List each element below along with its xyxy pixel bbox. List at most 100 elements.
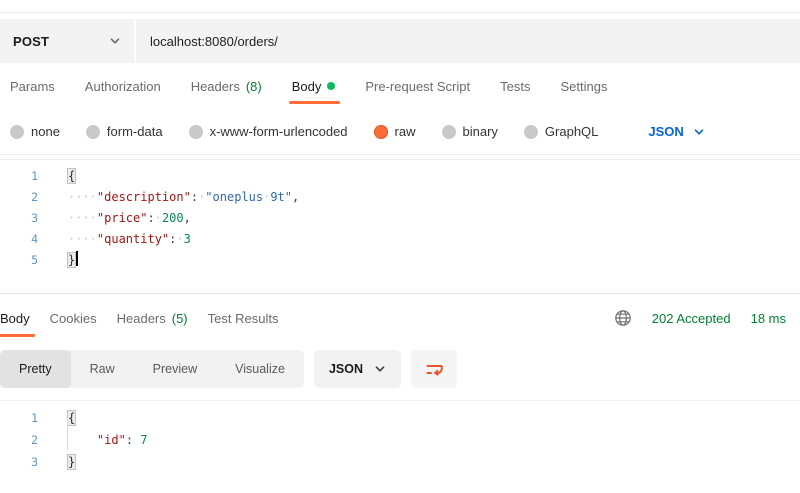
- tab-label: Body: [0, 311, 30, 326]
- code-text[interactable]: "id": 7: [48, 429, 148, 451]
- radio-button-icon: [524, 125, 538, 139]
- line-number: 2: [0, 429, 48, 451]
- view-visualize[interactable]: Visualize: [216, 350, 304, 388]
- body-type-label: none: [31, 124, 60, 139]
- token-punct: :: [191, 190, 198, 204]
- body-type-form-data[interactable]: form-data: [86, 124, 163, 139]
- code-text[interactable]: ····"quantity":·3: [48, 229, 191, 250]
- line-wrap-icon: [424, 359, 445, 380]
- line-number: 1: [0, 166, 48, 187]
- method-label: POST: [13, 34, 49, 49]
- radio-button-icon: [442, 125, 456, 139]
- code-text[interactable]: }: [48, 451, 75, 473]
- code-line: 2····"description":·"oneplus·9t",: [0, 187, 800, 208]
- globe-icon: [614, 309, 632, 327]
- chevron-down-icon: [693, 126, 705, 138]
- token-ws: ·: [155, 211, 162, 225]
- request-url-bar: POST: [0, 19, 800, 63]
- line-number: 5: [0, 250, 48, 271]
- response-time: 18 ms: [751, 311, 786, 326]
- tab-body[interactable]: Body: [292, 63, 336, 109]
- token-str: 9t": [270, 190, 292, 204]
- indent-guide: [67, 418, 68, 450]
- unsaved-dot-icon: [327, 82, 335, 90]
- line-number: 3: [0, 208, 48, 229]
- tab-label: Tests: [500, 79, 530, 94]
- code-line: 4····"quantity":·3: [0, 229, 800, 250]
- response-toolbar: PrettyRawPreviewVisualize JSON: [0, 350, 800, 388]
- tab-label: Pre-request Script: [365, 79, 470, 94]
- response-header: Body Cookies Headers (5) Test Results 202 Ac…: [0, 294, 800, 342]
- tab-label: Params: [10, 79, 55, 94]
- code-line: 2 "id": 7: [0, 429, 800, 451]
- code-line: 5}: [0, 250, 800, 271]
- token-num: 7: [140, 433, 147, 447]
- tab-pre-request-script[interactable]: Pre-request Script: [365, 63, 470, 109]
- tab-headers[interactable]: Headers (8): [191, 63, 262, 109]
- tab-settings[interactable]: Settings: [560, 63, 607, 109]
- response-tab-cookies[interactable]: Cookies: [50, 294, 97, 342]
- code-text[interactable]: {: [48, 166, 75, 187]
- body-type-x-www-form-urlencoded[interactable]: x-www-form-urlencoded: [189, 124, 348, 139]
- token-num: 200: [162, 211, 184, 225]
- tab-label: Headers: [117, 311, 166, 326]
- token-brace: {: [68, 411, 75, 425]
- tab-authorization[interactable]: Authorization: [85, 63, 161, 109]
- window-top-strip: [0, 0, 800, 13]
- response-tab-body[interactable]: Body: [0, 294, 30, 342]
- view-pretty[interactable]: Pretty: [0, 350, 71, 388]
- body-type-none[interactable]: none: [10, 124, 60, 139]
- token-ws: ····: [68, 190, 97, 204]
- response-language-selector[interactable]: JSON: [314, 350, 401, 388]
- body-type-graphql[interactable]: GraphQL: [524, 124, 598, 139]
- code-text[interactable]: ····"price":·200,: [48, 208, 191, 229]
- tab-tests[interactable]: Tests: [500, 63, 530, 109]
- radio-button-icon: [10, 125, 24, 139]
- token-brace: }: [68, 455, 75, 469]
- code-text[interactable]: ····"description":·"oneplus·9t",: [48, 187, 299, 208]
- response-tab-test-results[interactable]: Test Results: [208, 294, 279, 342]
- tab-count-badge: (5): [172, 311, 188, 326]
- token-punct: :: [147, 211, 154, 225]
- response-body-editor[interactable]: 1{2 "id": 73}: [0, 400, 800, 485]
- code-line: 3}: [0, 451, 800, 473]
- status-badge: 202 Accepted: [652, 311, 731, 326]
- line-number: 3: [0, 451, 48, 473]
- token-ws: ·: [176, 232, 183, 246]
- body-type-label: GraphQL: [545, 124, 598, 139]
- response-tab-headers[interactable]: Headers (5): [117, 294, 188, 342]
- line-number: 2: [0, 187, 48, 208]
- code-text[interactable]: }: [48, 250, 78, 271]
- body-type-binary[interactable]: binary: [442, 124, 498, 139]
- tab-label: Headers: [191, 79, 240, 94]
- chevron-down-icon: [374, 363, 386, 375]
- wrap-line-button[interactable]: [411, 350, 457, 388]
- token-num: 3: [184, 232, 191, 246]
- token-ws: ····: [68, 232, 97, 246]
- view-preview[interactable]: Preview: [134, 350, 216, 388]
- body-type-raw[interactable]: raw: [374, 124, 416, 139]
- radio-button-icon: [374, 125, 388, 139]
- chevron-down-icon: [109, 35, 121, 47]
- tab-count-badge: (8): [246, 79, 262, 94]
- request-body-editor[interactable]: 1{2····"description":·"oneplus·9t",3····…: [0, 159, 800, 283]
- view-raw[interactable]: Raw: [71, 350, 134, 388]
- body-type-row: none form-data x-www-form-urlencoded raw bin…: [0, 109, 800, 155]
- method-selector[interactable]: POST: [0, 19, 136, 63]
- response-meta: 202 Accepted 18 ms: [614, 294, 786, 342]
- response-language-label: JSON: [329, 362, 363, 376]
- token-punct: ,: [184, 211, 191, 225]
- body-type-label: binary: [463, 124, 498, 139]
- body-type-label: form-data: [107, 124, 163, 139]
- tab-params[interactable]: Params: [10, 63, 55, 109]
- line-number: 1: [0, 407, 48, 429]
- raw-language-selector[interactable]: JSON: [648, 124, 704, 139]
- code-text[interactable]: {: [48, 407, 75, 429]
- token-punct: :: [126, 433, 133, 447]
- code-line: 1{: [0, 407, 800, 429]
- code-line: 1{: [0, 166, 800, 187]
- token-brace: {: [68, 169, 75, 183]
- token-key: "quantity": [97, 232, 169, 246]
- url-input[interactable]: [136, 19, 800, 63]
- request-bar-wrap: POST: [0, 13, 800, 63]
